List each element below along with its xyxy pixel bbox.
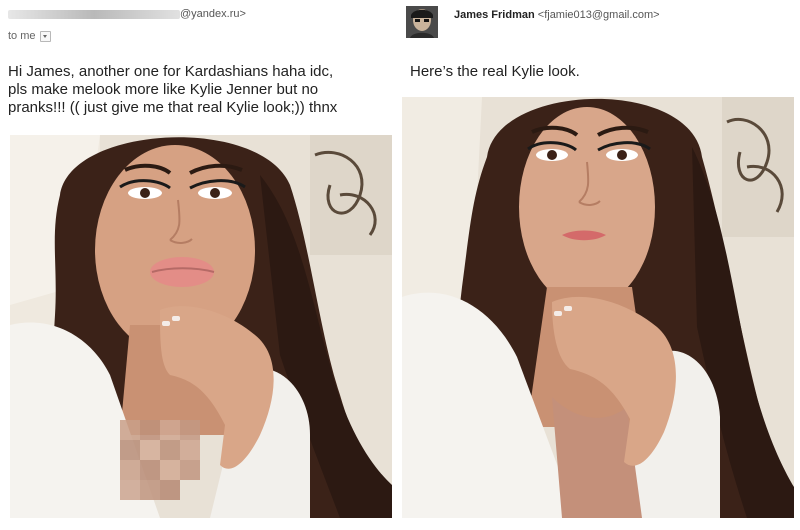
- redacted-sender-name: [8, 9, 180, 19]
- meme-screenshot: @yandex.ru> to me Hi James, another one …: [0, 0, 800, 530]
- from-line: James Fridman <fjamie013@gmail.com>: [454, 9, 660, 21]
- sender-name[interactable]: James Fridman: [454, 9, 535, 21]
- edited-selfie-photo: [402, 97, 794, 518]
- original-selfie-image: [10, 135, 392, 518]
- avatar-image: [406, 6, 438, 38]
- recipient-details-dropdown[interactable]: [39, 30, 51, 42]
- request-message: Hi James, another one for Kardashians ha…: [8, 63, 338, 116]
- sender-line: @yandex.ru>: [8, 8, 246, 20]
- sender-avatar[interactable]: [406, 6, 438, 38]
- to-me-label: to me: [8, 30, 36, 42]
- sender-address: <fjamie013@gmail.com>: [537, 9, 660, 21]
- edited-selfie-image: [402, 97, 794, 518]
- original-selfie-photo: [10, 135, 392, 518]
- reply-message: Here’s the real Kylie look.: [410, 63, 580, 80]
- recipient-line: to me: [8, 30, 51, 42]
- sender-email-suffix: @yandex.ru>: [180, 8, 246, 20]
